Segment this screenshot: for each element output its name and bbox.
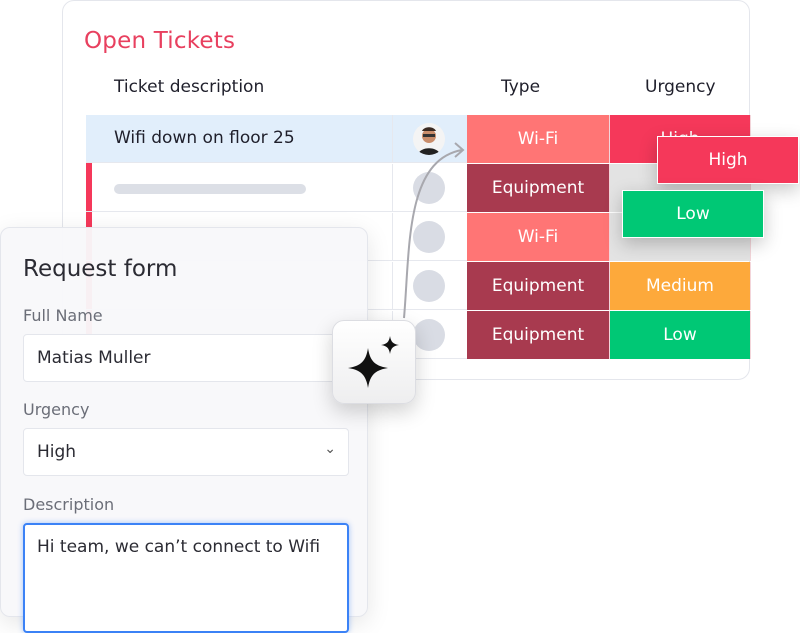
description-label: Description — [23, 495, 115, 514]
sparkles-icon — [348, 336, 399, 388]
urgency-label: Urgency — [23, 400, 90, 419]
chevron-down-icon: ⌄ — [324, 441, 336, 457]
request-form: Request form Full Name Matias Muller Urg… — [0, 227, 368, 633]
form-title: Request form — [23, 256, 178, 282]
ai-sparkle-button[interactable] — [332, 320, 416, 404]
urgency-select[interactable]: High ⌄ — [23, 428, 349, 476]
description-textarea[interactable]: Hi team, we can’t connect to Wifi — [23, 523, 349, 633]
full-name-label: Full Name — [23, 306, 103, 325]
full-name-input[interactable]: Matias Muller — [23, 334, 349, 382]
urgency-select-value: High — [37, 442, 77, 462]
